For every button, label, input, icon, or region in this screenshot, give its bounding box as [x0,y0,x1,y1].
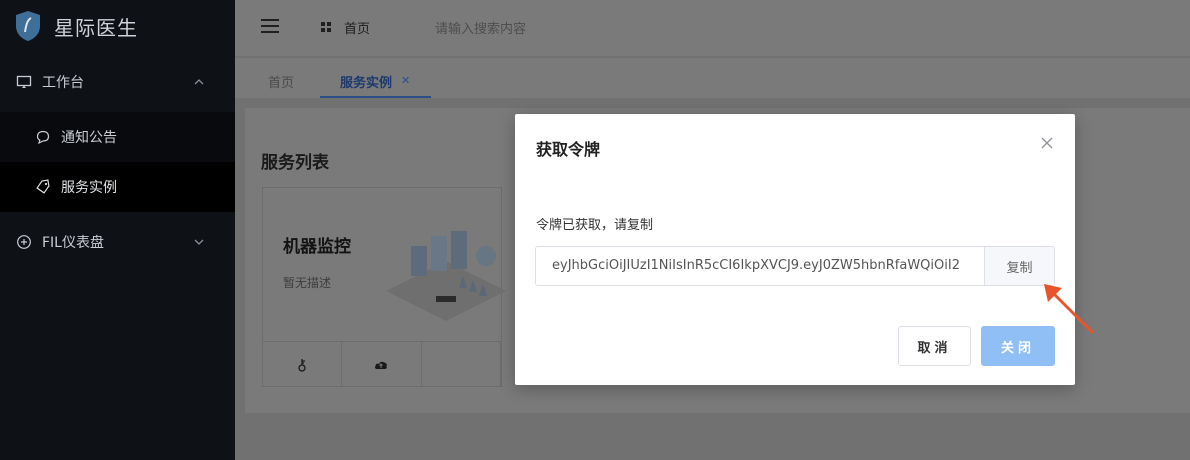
card-action-key[interactable] [263,342,343,387]
card-description: 暂无描述 [283,276,332,290]
breadcrumb-home[interactable]: 首页 [344,18,370,37]
sidebar: 星际医生 工作台 通知公告 服务实例 FIL仪表盘 [0,0,235,460]
sidebar-group-fil-dashboard[interactable]: FIL仪表盘 [0,212,235,272]
chat-bubble-icon [35,129,51,145]
monitor-icon [16,74,32,90]
sidebar-item-notices[interactable]: 通知公告 [0,112,235,162]
close-icon[interactable] [1039,135,1055,151]
sidebar-group-label: 工作台 [42,75,84,91]
key-icon [298,358,306,372]
dialog-message: 令牌已获取，请复制 [536,218,654,233]
card-title: 机器监控 [283,237,351,257]
plus-circle-icon [16,234,32,250]
tag-icon [35,179,51,195]
section-title: 服务列表 [261,153,329,173]
tab-bar: 首页 服务实例 ✕ [235,58,1190,98]
tab-close-icon[interactable]: ✕ [401,74,410,87]
cloud-upload-icon [375,361,388,369]
sidebar-item-label: 通知公告 [61,130,117,146]
hamburger-menu-icon[interactable] [260,17,280,35]
tab-home[interactable]: 首页 [268,72,294,91]
token-input[interactable]: eyJhbGciOiJIUzI1NiIsInR5cCI6IkpXVCJ9.eyJ… [536,247,984,285]
card-action-more[interactable] [422,342,501,387]
token-field-group: eyJhbGciOiJIUzI1NiIsInR5cCI6IkpXVCJ9.eyJ… [535,246,1055,286]
grid-home-icon [321,22,331,32]
get-token-dialog: 获取令牌 令牌已获取，请复制 eyJhbGciOiJIUzI1NiIsInR5c… [515,114,1075,385]
dialog-title: 获取令牌 [536,140,601,159]
sidebar-item-service-instances[interactable]: 服务实例 [0,162,235,212]
doctor-shield-logo [16,11,40,41]
sidebar-group-label: FIL仪表盘 [42,235,104,251]
active-tab-indicator [320,96,431,98]
topbar: 首页 请输入搜索内容 [235,0,1190,56]
server-illustration-icon [386,231,506,321]
card-action-upload[interactable] [342,342,422,387]
cancel-button[interactable]: 取消 [898,326,971,366]
annotation-arrow-icon [1044,284,1094,334]
card-actions [263,341,501,387]
brand-name: 星际医生 [54,15,138,40]
tab-service-instances[interactable]: 服务实例 [340,72,392,91]
search-input[interactable]: 请输入搜索内容 [435,18,526,37]
sidebar-group-workbench[interactable]: 工作台 [0,52,235,112]
chevron-up-icon [194,79,204,85]
brand[interactable]: 星际医生 [0,0,235,52]
chevron-down-icon [194,239,204,245]
sidebar-item-label: 服务实例 [61,180,117,196]
service-card[interactable]: 机器监控 暂无描述 [262,187,506,387]
